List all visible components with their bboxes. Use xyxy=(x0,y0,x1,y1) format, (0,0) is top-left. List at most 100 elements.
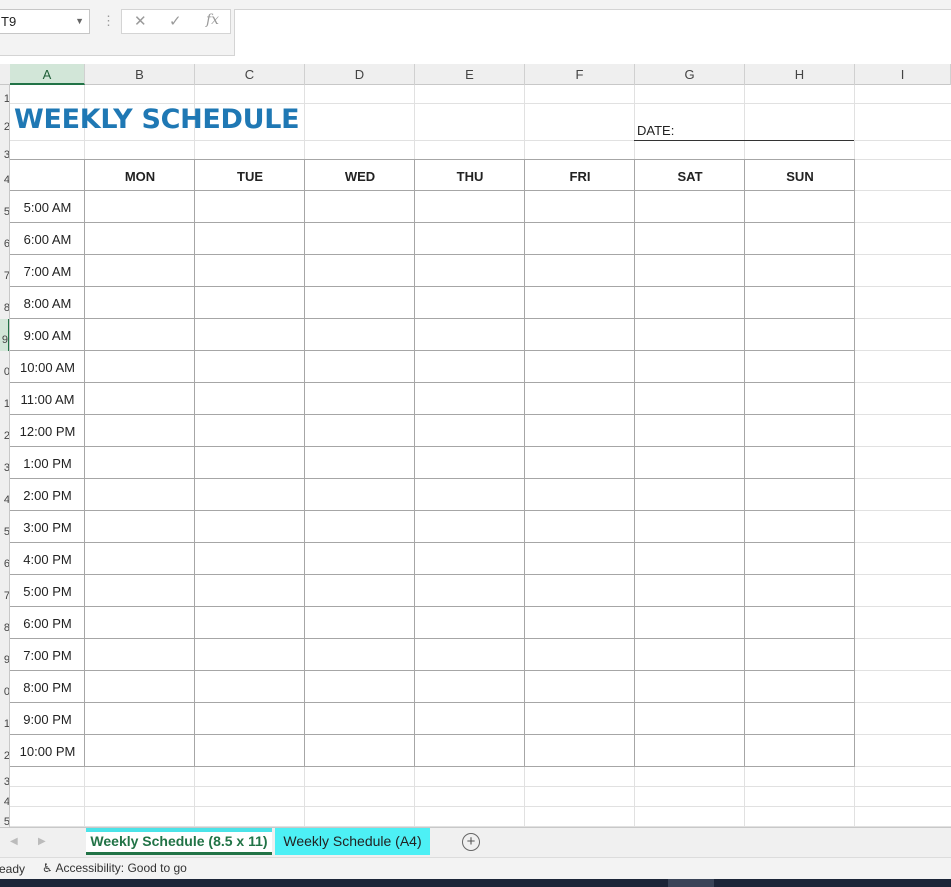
table-border-horizontal xyxy=(10,478,855,479)
row-header-14[interactable]: 4 xyxy=(0,479,9,511)
chevron-down-icon[interactable]: ▼ xyxy=(75,10,84,33)
table-border-horizontal xyxy=(10,318,855,319)
table-border-horizontal xyxy=(10,766,855,767)
table-border-vertical xyxy=(304,160,305,767)
row-header-11[interactable]: 1 xyxy=(0,383,9,415)
table-border-vertical xyxy=(524,160,525,767)
row-header-6[interactable]: 6 xyxy=(0,223,9,255)
table-border-horizontal xyxy=(10,542,855,543)
formula-input[interactable] xyxy=(234,9,951,56)
table-border-horizontal xyxy=(10,606,855,607)
row-header-7[interactable]: 7 xyxy=(0,255,9,287)
sheet-tabs-bar: ◀ ▶ Weekly Schedule (8.5 x 11) Weekly Sc… xyxy=(0,827,951,857)
time-label: 4:00 PM xyxy=(23,552,72,567)
row-header-8[interactable]: 8 xyxy=(0,287,9,319)
row-header-22[interactable]: 2 xyxy=(0,735,9,767)
table-border-vertical xyxy=(744,160,745,767)
row-header-12[interactable]: 2 xyxy=(0,415,9,447)
time-label: 2:00 PM xyxy=(23,488,72,503)
time-label: 5:00 AM xyxy=(23,200,72,215)
time-label: 7:00 AM xyxy=(23,264,72,279)
enter-icon[interactable]: ✓ xyxy=(169,12,182,30)
table-border-horizontal xyxy=(10,190,855,191)
more-options-icon: ⋮ xyxy=(102,13,115,28)
date-field-underline xyxy=(634,140,854,141)
row-header-19[interactable]: 9 xyxy=(0,639,9,671)
time-label: 11:00 AM xyxy=(20,392,75,407)
day-header-fri: FRI xyxy=(569,169,591,184)
add-sheet-icon[interactable]: + xyxy=(462,833,480,851)
table-border-horizontal xyxy=(10,222,855,223)
column-header-h[interactable]: H xyxy=(745,64,855,85)
row-header-16[interactable]: 6 xyxy=(0,543,9,575)
sheet-tab-a4[interactable]: Weekly Schedule (A4) xyxy=(275,828,430,855)
day-header-thu: THU xyxy=(456,169,484,184)
time-label: 12:00 PM xyxy=(19,424,76,439)
time-label: 10:00 AM xyxy=(20,360,75,375)
worksheet-grid[interactable] xyxy=(10,85,951,827)
row-header-9[interactable]: 9 xyxy=(0,319,9,351)
status-bar: eady ♿︎ Accessibility: Good to go xyxy=(0,857,951,879)
row-header-5[interactable]: 5 xyxy=(0,191,9,223)
row-header-20[interactable]: 0 xyxy=(0,671,9,703)
column-header-i[interactable]: I xyxy=(855,64,951,85)
time-label: 9:00 PM xyxy=(23,712,72,727)
schedule-title: WEEKLY SCHEDULE xyxy=(14,104,300,135)
name-box-value: T9 xyxy=(1,14,17,29)
day-header-tue: TUE xyxy=(237,169,263,184)
accessibility-status[interactable]: ♿︎ Accessibility: Good to go xyxy=(42,861,187,875)
day-header-sun: SUN xyxy=(786,169,814,184)
day-header-wed: WED xyxy=(344,169,376,184)
time-label: 1:00 PM xyxy=(23,456,72,471)
column-header-a[interactable]: A xyxy=(10,64,85,85)
column-header-d[interactable]: D xyxy=(305,64,415,85)
row-header-17[interactable]: 7 xyxy=(0,575,9,607)
row-header-13[interactable]: 3 xyxy=(0,447,9,479)
row-header-2[interactable]: 2 xyxy=(0,104,9,141)
sheet-tab-letter[interactable]: Weekly Schedule (8.5 x 11) xyxy=(86,828,272,855)
row-header-3[interactable]: 3 xyxy=(0,141,9,161)
gridline-horizontal xyxy=(10,786,951,787)
day-header-sat: SAT xyxy=(677,169,703,184)
row-header-10[interactable]: 0 xyxy=(0,351,9,383)
table-border-vertical xyxy=(414,160,415,767)
time-label: 8:00 AM xyxy=(23,296,72,311)
table-border-horizontal xyxy=(10,414,855,415)
insert-function-icon[interactable]: fx xyxy=(206,12,219,28)
row-header-1[interactable]: 1 xyxy=(0,85,9,105)
column-header-g[interactable]: G xyxy=(635,64,745,85)
time-label: 5:00 PM xyxy=(23,584,72,599)
column-header-b[interactable]: B xyxy=(85,64,195,85)
column-header-f[interactable]: F xyxy=(525,64,635,85)
formula-bar: T9 ▼ ⋮ ✕ ✓ fx xyxy=(0,0,951,56)
row-header-18[interactable]: 8 xyxy=(0,607,9,639)
accessibility-icon: ♿︎ xyxy=(42,861,53,875)
table-border-horizontal xyxy=(10,638,855,639)
column-header-e[interactable]: E xyxy=(415,64,525,85)
row-header-25[interactable]: 5 xyxy=(0,807,9,827)
taskbar xyxy=(0,879,951,887)
table-border-horizontal xyxy=(10,510,855,511)
table-border-vertical xyxy=(194,160,195,767)
row-header-21[interactable]: 1 xyxy=(0,703,9,735)
accessibility-label: Accessibility: Good to go xyxy=(55,861,187,875)
table-border-horizontal xyxy=(10,734,855,735)
table-border-horizontal xyxy=(10,286,855,287)
taskbar-active-item[interactable] xyxy=(668,879,714,887)
cancel-icon[interactable]: ✕ xyxy=(134,12,147,30)
date-label: DATE: xyxy=(637,123,675,138)
formula-buttons: ✕ ✓ fx xyxy=(121,9,231,34)
row-header-15[interactable]: 5 xyxy=(0,511,9,543)
scroll-right-icon[interactable]: ▶ xyxy=(38,836,46,847)
table-border-horizontal xyxy=(10,670,855,671)
row-header-23[interactable]: 3 xyxy=(0,767,9,788)
day-header-mon: MON xyxy=(124,169,156,184)
row-header-24[interactable]: 4 xyxy=(0,787,9,808)
time-label: 7:00 PM xyxy=(23,648,72,663)
column-header-c[interactable]: C xyxy=(195,64,305,85)
time-label: 8:00 PM xyxy=(23,680,72,695)
row-header-4[interactable]: 4 xyxy=(0,160,9,191)
name-box[interactable]: T9 ▼ xyxy=(0,9,90,34)
scroll-left-icon[interactable]: ◀ xyxy=(10,836,18,847)
table-border-horizontal xyxy=(10,702,855,703)
